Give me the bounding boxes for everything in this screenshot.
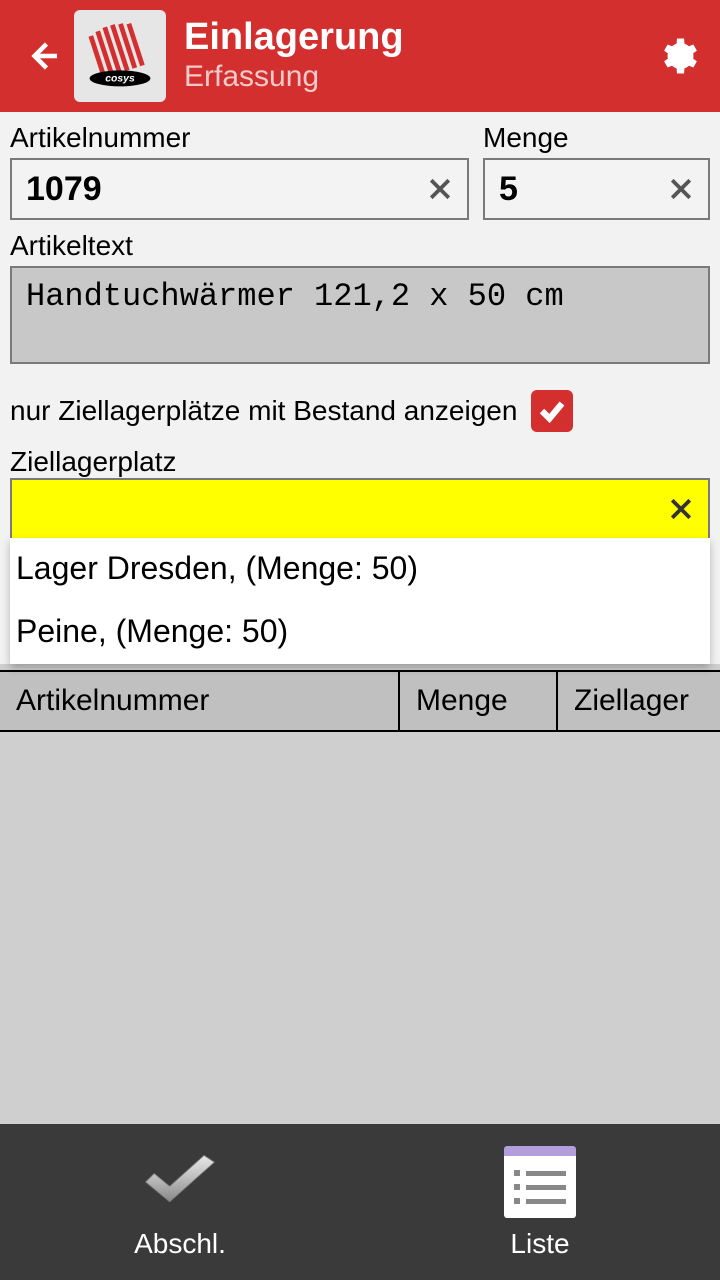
settings-button[interactable] [654, 33, 700, 79]
page-title: Einlagerung [184, 18, 654, 58]
filter-checkbox[interactable] [531, 390, 573, 432]
clear-artikelnummer-icon[interactable] [421, 170, 459, 208]
liste-button[interactable]: Liste [360, 1124, 720, 1280]
artikelnummer-value: 1079 [26, 170, 421, 209]
artikeltext-label: Artikeltext [10, 230, 710, 262]
table-body [0, 732, 720, 1124]
filter-checkbox-label: nur Ziellagerplätze mit Bestand anzeigen [10, 395, 517, 427]
menge-value: 5 [499, 170, 662, 209]
table-col-menge: Menge [400, 672, 558, 730]
title-block: Einlagerung Erfassung [184, 18, 654, 94]
ziellagerplatz-input[interactable] [10, 478, 710, 538]
list-icon [497, 1144, 583, 1220]
page-subtitle: Erfassung [184, 60, 654, 94]
menge-input[interactable]: 5 [483, 158, 710, 220]
app-logo: cosys [74, 10, 166, 102]
artikelnummer-label: Artikelnummer [10, 122, 469, 154]
form-area: Artikelnummer 1079 Menge 5 A [0, 112, 720, 664]
clear-menge-icon[interactable] [662, 170, 700, 208]
menge-label: Menge [483, 122, 710, 154]
bottom-bar: Abschl. Liste [0, 1124, 720, 1280]
liste-label: Liste [510, 1228, 569, 1260]
dropdown-item[interactable]: Peine, (Menge: 50) [10, 601, 710, 664]
table-header: Artikelnummer Menge Ziellager [0, 670, 720, 732]
ziellagerplatz-dropdown: Lager Dresden, (Menge: 50) Peine, (Menge… [10, 538, 710, 664]
abschl-label: Abschl. [134, 1228, 226, 1260]
artikelnummer-input[interactable]: 1079 [10, 158, 469, 220]
table-col-artikelnummer: Artikelnummer [0, 672, 400, 730]
table-col-ziellager: Ziellager [558, 672, 720, 730]
ziellagerplatz-label: Ziellagerplatz [10, 446, 710, 478]
clear-ziellagerplatz-icon[interactable] [662, 490, 700, 528]
checkmark-icon [137, 1144, 223, 1220]
artikeltext-display: Handtuchwärmer 121,2 x 50 cm [10, 266, 710, 364]
abschl-button[interactable]: Abschl. [0, 1124, 360, 1280]
app-header: cosys Einlagerung Erfassung [0, 0, 720, 112]
dropdown-item[interactable]: Lager Dresden, (Menge: 50) [10, 538, 710, 601]
svg-text:cosys: cosys [105, 74, 135, 85]
back-arrow-icon[interactable] [20, 34, 64, 78]
